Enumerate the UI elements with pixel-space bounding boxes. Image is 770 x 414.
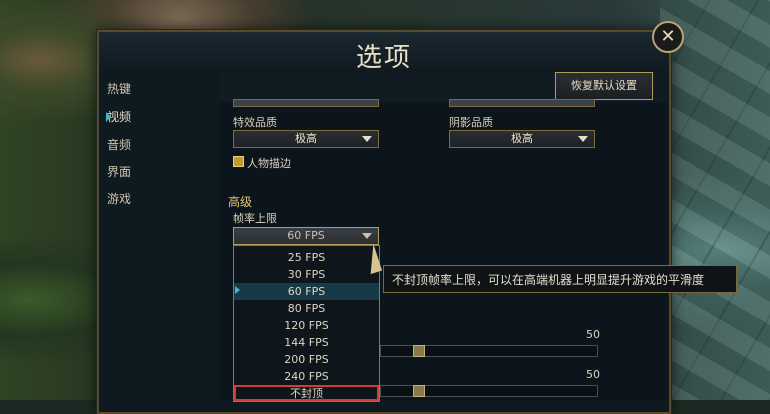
close-icon: ✕ (660, 26, 676, 47)
sidebar-item-interface[interactable]: 界面 (107, 163, 131, 180)
chevron-down-icon (578, 136, 588, 142)
scrolled-select-left (233, 99, 379, 107)
triangle-right-icon (235, 286, 240, 294)
fps-option-240[interactable]: 240 FPS (234, 368, 379, 385)
shadow-quality-value: 极高 (511, 132, 533, 145)
chevron-down-icon (362, 233, 372, 239)
restore-defaults-button[interactable]: 恢复默认设置 (555, 72, 653, 100)
close-button[interactable]: ✕ (652, 21, 684, 53)
effects-quality-select[interactable]: 极高 (233, 130, 379, 148)
fps-option-120[interactable]: 120 FPS (234, 317, 379, 334)
frame-rate-dropdown: 25 FPS 30 FPS 60 FPS 80 FPS 120 FPS 144 … (233, 245, 380, 402)
fps-option-25[interactable]: 25 FPS (234, 249, 379, 266)
options-sidebar: 热键 视频 音频 界面 游戏 (97, 72, 217, 400)
chevron-down-icon (362, 136, 372, 142)
shadow-quality-label: 阴影品质 (449, 116, 493, 129)
frame-rate-label: 帧率上限 (233, 212, 277, 225)
stone-wall-background (660, 0, 770, 400)
character-outline-label: 人物描边 (247, 157, 291, 170)
triangle-right-icon (106, 112, 111, 122)
advanced-section-title: 高级 (228, 195, 253, 209)
scrolled-select-right (449, 99, 595, 107)
fps-option-60[interactable]: 60 FPS (234, 283, 379, 300)
fps-option-200[interactable]: 200 FPS (234, 351, 379, 368)
slider-value-1: 50 (586, 328, 600, 341)
sidebar-item-audio[interactable]: 音频 (107, 136, 131, 153)
dialog-title: 选项 (355, 43, 412, 73)
effects-quality-label: 特效品质 (233, 116, 277, 129)
effects-quality-value: 极高 (295, 132, 317, 145)
sidebar-item-game[interactable]: 游戏 (107, 190, 131, 207)
frame-rate-select[interactable]: 60 FPS (233, 227, 379, 245)
frame-rate-tooltip: 不封顶帧率上限，可以在高端机器上明显提升游戏的平滑度 (383, 265, 737, 293)
character-outline-checkbox[interactable] (233, 156, 244, 167)
fps-option-uncapped[interactable]: 不封顶 (234, 385, 379, 401)
frame-rate-current-value: 60 FPS (287, 229, 325, 242)
fps-option-144[interactable]: 144 FPS (234, 334, 379, 351)
slider-thumb-1[interactable] (413, 345, 425, 357)
fps-option-80[interactable]: 80 FPS (234, 300, 379, 317)
sidebar-item-video[interactable]: 视频 (106, 108, 131, 125)
sidebar-item-hotkeys[interactable]: 热键 (107, 80, 131, 97)
fps-option-30[interactable]: 30 FPS (234, 266, 379, 283)
shadow-quality-select[interactable]: 极高 (449, 130, 595, 148)
slider-thumb-2[interactable] (413, 385, 425, 397)
slider-value-2: 50 (586, 368, 600, 381)
